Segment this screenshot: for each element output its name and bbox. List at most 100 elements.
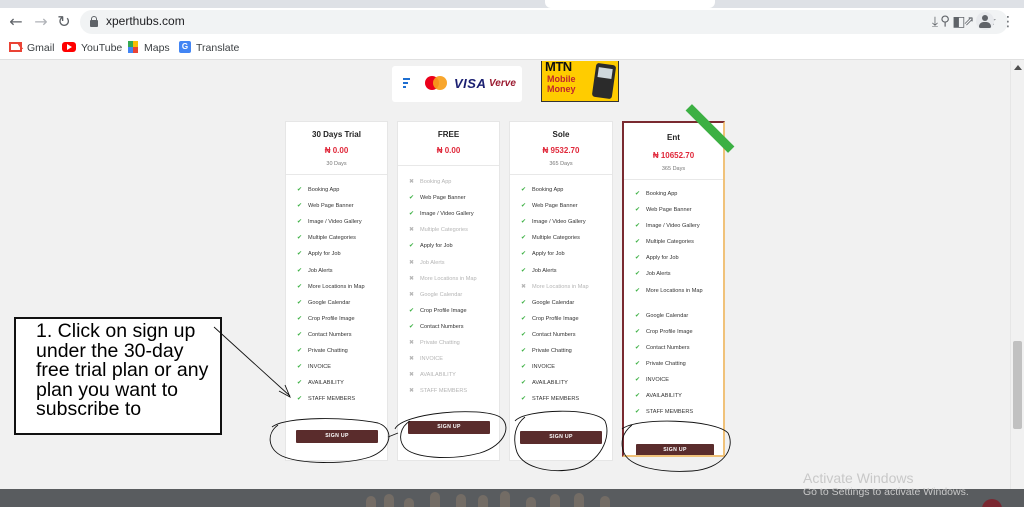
- plan-divider: [510, 174, 612, 175]
- vertical-scrollbar[interactable]: [1010, 61, 1024, 489]
- plan-card-sole: Sole ₦ 9532.70 365 Days ✔ Booking App ✔ Web Pa…: [509, 121, 613, 461]
- back-arrow-icon[interactable]: ←: [6, 12, 26, 32]
- check-icon: ✔: [521, 218, 527, 226]
- feature-label: Job Alerts: [532, 267, 557, 274]
- signup-button[interactable]: SIGN UP: [408, 421, 490, 434]
- plan-feature: ✔ Crop Profile Image: [521, 315, 579, 322]
- menu-kebab-icon[interactable]: ⋮: [998, 12, 1018, 32]
- signup-button[interactable]: SIGN UP: [636, 444, 714, 455]
- active-tab[interactable]: [545, 0, 715, 8]
- feature-label: AVAILABILITY: [308, 380, 344, 387]
- mastercard-logo-icon: [425, 76, 447, 92]
- plan-feature: ✔ Image / Video Gallery: [635, 222, 700, 229]
- flutterwave-logo-icon: [403, 78, 410, 90]
- check-icon: ✔: [297, 395, 303, 403]
- download-icon[interactable]: ⤓: [925, 12, 945, 32]
- bookmark-translate[interactable]: G Translate: [179, 40, 239, 56]
- feature-label: Apply for Job: [646, 255, 679, 261]
- plan-duration: 30 Days: [326, 161, 347, 167]
- feature-label: Image / Video Gallery: [532, 219, 586, 226]
- check-icon: ✔: [635, 238, 641, 245]
- address-bar[interactable]: xperthubs.com ⚲ ⇗ ☆: [80, 10, 1008, 34]
- bookmarks-bar: Gmail YouTube Maps G Translate: [0, 36, 1024, 60]
- check-icon: ✔: [521, 314, 527, 322]
- plan-feature: ✔ Crop Profile Image: [635, 328, 693, 335]
- check-icon: ✔: [297, 266, 303, 274]
- plan-feature: ✖ Job Alerts: [409, 259, 445, 266]
- lock-icon[interactable]: [90, 16, 98, 27]
- pointer-arrow: [213, 326, 291, 397]
- feature-label: Web Page Banner: [308, 203, 354, 210]
- check-icon: ✔: [635, 190, 641, 197]
- check-icon: ✔: [409, 306, 415, 314]
- scroll-up-arrow-icon[interactable]: [1014, 65, 1022, 70]
- plan-feature: ✔ Google Calendar: [521, 299, 574, 306]
- feature-label: Apply for Job: [308, 251, 341, 258]
- plan-duration: 365 Days: [661, 166, 686, 172]
- plan-feature: ✔ Booking App: [297, 186, 339, 193]
- plan-feature: ✖ Private Chatting: [409, 339, 460, 346]
- side-panel-icon[interactable]: ◧: [949, 12, 969, 32]
- plan-card-ent: Ent ₦ 10652.70 365 Days ✔ Booking App ✔ Web Pa…: [622, 121, 725, 457]
- bookmark-maps[interactable]: Maps: [128, 40, 170, 56]
- feature-label: Multiple Categories: [420, 227, 468, 234]
- check-icon: ✔: [297, 234, 303, 242]
- plan-feature: ✖ More Locations in Map: [409, 275, 477, 282]
- scroll-thumb[interactable]: [1013, 341, 1022, 429]
- check-icon: ✔: [297, 282, 303, 290]
- check-icon: ✔: [297, 347, 303, 354]
- plan-feature: ✔ Image / Video Gallery: [521, 218, 586, 225]
- feature-label: Crop Profile Image: [420, 307, 467, 314]
- page-viewport: VISA Verve MTN Mobile Money 30 Days Tria…: [0, 61, 1010, 489]
- youtube-icon: [62, 42, 76, 53]
- url-text[interactable]: xperthubs.com: [106, 14, 185, 28]
- feature-label: Crop Profile Image: [532, 315, 579, 322]
- check-icon: ✔: [521, 266, 527, 274]
- chat-widget-icon[interactable]: [982, 499, 1002, 507]
- feature-label: INVOICE: [532, 364, 556, 371]
- check-icon: ✔: [521, 379, 527, 387]
- plan-feature: ✖ INVOICE: [409, 355, 443, 362]
- feature-label: Google Calendar: [532, 299, 575, 306]
- feature-label: Web Page Banner: [420, 195, 466, 202]
- check-icon: ✔: [297, 186, 303, 193]
- plan-feature: ✔ INVOICE: [521, 363, 555, 370]
- plan-feature: ✔ Crop Profile Image: [409, 307, 467, 314]
- cross-icon: ✖: [409, 371, 415, 379]
- signup-button[interactable]: SIGN UP: [296, 430, 378, 443]
- bookmark-youtube[interactable]: YouTube: [62, 40, 122, 56]
- plan-feature: ✔ Job Alerts: [297, 267, 333, 274]
- feature-label: AVAILABILITY: [646, 392, 682, 399]
- forward-arrow-icon[interactable]: →: [31, 12, 51, 32]
- feature-label: Job Alerts: [308, 267, 333, 274]
- instruction-text: 1. Click on sign up under the 30-day fre…: [36, 320, 209, 420]
- mtn-logo-subtitle: Mobile Money: [547, 74, 576, 94]
- bookmark-gmail[interactable]: Gmail: [9, 40, 54, 56]
- plan-price: ₦ 10652.70: [652, 151, 695, 160]
- footer-people-image: [360, 490, 620, 507]
- plan-duration: 365 Days: [549, 161, 573, 167]
- plan-feature: ✔ INVOICE: [297, 363, 331, 370]
- feature-label: Image / Video Gallery: [308, 219, 362, 226]
- plan-feature: ✔ AVAILABILITY: [521, 379, 568, 386]
- check-icon: ✔: [635, 206, 641, 213]
- feature-label: More Locations in Map: [646, 288, 703, 294]
- plan-feature: ✔ Image / Video Gallery: [297, 218, 362, 225]
- signup-button[interactable]: SIGN UP: [520, 431, 602, 444]
- feature-label: Booking App: [420, 179, 452, 185]
- feature-label: Contact Numbers: [532, 331, 576, 338]
- profile-avatar[interactable]: [976, 12, 994, 30]
- feature-label: STAFF MEMBERS: [308, 396, 356, 403]
- plan-feature: ✖ More Locations in Map: [521, 283, 589, 290]
- check-icon: ✔: [521, 347, 527, 354]
- check-icon: ✔: [297, 218, 303, 226]
- plan-feature: ✔ Multiple Categories: [635, 238, 694, 245]
- feature-label: Google Calendar: [646, 312, 689, 319]
- browser-toolbar: ← → ↻ xperthubs.com ⚲ ⇗ ☆: [0, 8, 1024, 36]
- feature-label: Image / Video Gallery: [646, 223, 700, 229]
- gmail-icon: [9, 42, 22, 53]
- reload-icon[interactable]: ↻: [54, 12, 74, 32]
- plan-feature: ✔ STAFF MEMBERS: [521, 395, 579, 402]
- check-icon: ✔: [635, 391, 641, 399]
- plan-feature: ✔ STAFF MEMBERS: [635, 408, 693, 415]
